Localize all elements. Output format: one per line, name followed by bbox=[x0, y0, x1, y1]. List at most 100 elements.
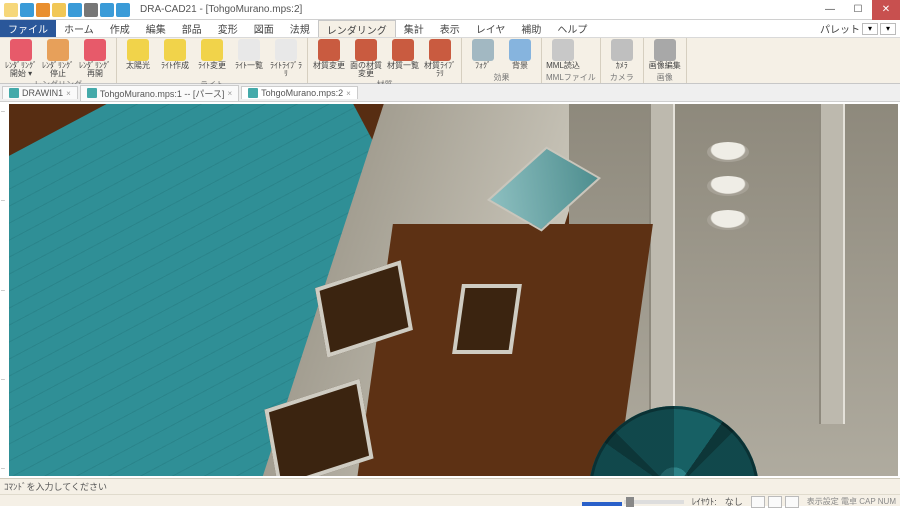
light-list-button[interactable]: ﾗｲﾄ一覧 bbox=[232, 39, 266, 70]
ribbon-button-label: 太陽光 bbox=[126, 62, 150, 70]
close-icon[interactable]: × bbox=[227, 89, 232, 98]
menu-tab[interactable]: レンダリング bbox=[318, 20, 396, 37]
material-edit-button[interactable]: 材質変更 bbox=[312, 39, 346, 70]
quick-access-toolbar bbox=[0, 3, 134, 17]
light-create-button[interactable]: ﾗｲﾄ作成 bbox=[158, 39, 192, 70]
chevron-down-icon[interactable]: ▾ bbox=[880, 23, 896, 35]
palette-selector[interactable]: パレット ▾ ▾ bbox=[820, 20, 900, 37]
mml-import-button[interactable]: MML読込 bbox=[546, 39, 580, 70]
ribbon-group: ﾚﾝﾀﾞﾘﾝｸﾞ開始 ▾ﾚﾝﾀﾞﾘﾝｸﾞ停止ﾚﾝﾀﾞﾘﾝｸﾞ再開レンダリング bbox=[0, 38, 117, 83]
menu-tab[interactable]: 表示 bbox=[432, 20, 468, 37]
document-tab-label: TohgoMurano.mps:1 -- [パース] bbox=[100, 87, 225, 100]
fog-button[interactable]: ﾌｫｸﾞ bbox=[466, 39, 500, 70]
camera-icon bbox=[611, 39, 633, 61]
ribbon-button-label: ﾌｫｸﾞ bbox=[475, 62, 491, 70]
close-button[interactable]: ✕ bbox=[872, 0, 900, 20]
chevron-down-icon[interactable]: ▾ bbox=[862, 23, 878, 35]
close-icon[interactable]: × bbox=[346, 89, 351, 98]
render-scene[interactable] bbox=[9, 104, 898, 476]
rendering-resume-button[interactable]: ﾚﾝﾀﾞﾘﾝｸﾞ再開 bbox=[78, 39, 112, 79]
scene-column bbox=[649, 104, 675, 424]
scene-ornament bbox=[707, 176, 749, 196]
scene-opening bbox=[452, 284, 522, 354]
minimize-button[interactable]: — bbox=[816, 0, 844, 20]
ribbon-group-label: MMLファイル bbox=[546, 72, 596, 83]
material-library-button[interactable]: 材質ﾗｲﾌﾞﾗﾘ bbox=[423, 39, 457, 79]
menu-tab[interactable]: 作成 bbox=[102, 20, 138, 37]
ruler-left: ––––– bbox=[1, 102, 8, 478]
title-bar: DRA-CAD21 - [TohgoMurano.mps:2] — ☐ ✕ bbox=[0, 0, 900, 20]
menu-tab[interactable]: 部品 bbox=[174, 20, 210, 37]
document-icon bbox=[9, 88, 19, 98]
document-tab[interactable]: DRAWIN1× bbox=[2, 86, 78, 99]
document-icon bbox=[87, 88, 97, 98]
redo-icon[interactable] bbox=[116, 3, 130, 17]
rendering-start-button[interactable]: ﾚﾝﾀﾞﾘﾝｸﾞ開始 ▾ bbox=[4, 39, 38, 79]
menu-tab[interactable]: ヘルプ bbox=[549, 20, 595, 37]
zoom-slider[interactable] bbox=[622, 500, 684, 504]
menu-tab[interactable]: 編集 bbox=[138, 20, 174, 37]
viewport[interactable]: ––––– bbox=[0, 102, 900, 478]
sunlight-icon bbox=[127, 39, 149, 61]
command-line[interactable]: ｺﾏﾝﾄﾞを入力してください bbox=[0, 479, 900, 495]
document-tab-label: TohgoMurano.mps:2 bbox=[261, 88, 343, 98]
menu-file[interactable]: ファイル bbox=[0, 20, 56, 37]
menu-tab[interactable]: 補助 bbox=[513, 20, 549, 37]
light-library-button[interactable]: ﾗｲﾄﾗｲﾌﾞﾗﾘ bbox=[269, 39, 303, 79]
mode-2d-icon[interactable] bbox=[20, 3, 34, 17]
image-edit-button[interactable]: 画像編集 bbox=[648, 39, 682, 70]
document-icon bbox=[248, 88, 258, 98]
material-list-button[interactable]: 材質一覧 bbox=[386, 39, 420, 70]
maximize-button[interactable]: ☐ bbox=[844, 0, 872, 20]
document-tab-label: DRAWIN1 bbox=[22, 88, 63, 98]
sunlight-button[interactable]: 太陽光 bbox=[121, 39, 155, 70]
document-tab-strip: DRAWIN1×TohgoMurano.mps:1 -- [パース]×Tohgo… bbox=[0, 84, 900, 102]
material-edit-icon bbox=[318, 39, 340, 61]
document-tab[interactable]: TohgoMurano.mps:1 -- [パース]× bbox=[80, 85, 239, 101]
background-button[interactable]: 背景 bbox=[503, 39, 537, 70]
mode-3d-icon[interactable] bbox=[36, 3, 50, 17]
undo-icon[interactable] bbox=[100, 3, 114, 17]
light-create-icon bbox=[164, 39, 186, 61]
light-list-icon bbox=[238, 39, 260, 61]
ribbon-button-label: ﾚﾝﾀﾞﾘﾝｸﾞ再開 bbox=[79, 62, 111, 79]
new-icon[interactable] bbox=[4, 3, 18, 17]
scene-column bbox=[819, 104, 845, 424]
scene-ornament bbox=[707, 210, 749, 230]
ribbon-button-label: ﾗｲﾄﾗｲﾌﾞﾗﾘ bbox=[269, 62, 303, 79]
light-edit-button[interactable]: ﾗｲﾄ変更 bbox=[195, 39, 229, 70]
layout-value[interactable]: なし bbox=[725, 495, 743, 508]
window-controls: — ☐ ✕ bbox=[816, 0, 900, 20]
camera-button[interactable]: ｶﾒﾗ bbox=[605, 39, 639, 70]
rendering-stop-button[interactable]: ﾚﾝﾀﾞﾘﾝｸﾞ停止 bbox=[41, 39, 75, 79]
ribbon-group: 太陽光ﾗｲﾄ作成ﾗｲﾄ変更ﾗｲﾄ一覧ﾗｲﾄﾗｲﾌﾞﾗﾘライト bbox=[117, 38, 308, 83]
menu-tab[interactable]: 法規 bbox=[282, 20, 318, 37]
status-indicators: 表示設定 電卓 CAP NUM bbox=[807, 496, 896, 507]
menu-tab[interactable]: 変形 bbox=[210, 20, 246, 37]
palette-label: パレット bbox=[820, 21, 860, 36]
material-library-icon bbox=[429, 39, 451, 61]
ribbon-group-label: 画像 bbox=[648, 72, 682, 83]
face-material-button[interactable]: 面の材質変更 bbox=[349, 39, 383, 79]
face-material-icon bbox=[355, 39, 377, 61]
ribbon-button-label: ﾗｲﾄ変更 bbox=[198, 62, 226, 70]
menu-tab[interactable]: 集計 bbox=[396, 20, 432, 37]
status-bar: ｺﾏﾝﾄﾞを入力してください ﾚｲﾔｳﾄ: なし 表示設定 電卓 CAP NUM bbox=[0, 478, 900, 506]
ribbon-button-label: ｶﾒﾗ bbox=[616, 62, 628, 70]
save-icon[interactable] bbox=[68, 3, 82, 17]
light-edit-icon bbox=[201, 39, 223, 61]
close-icon[interactable]: × bbox=[66, 89, 71, 98]
ribbon-button-label: 面の材質変更 bbox=[349, 62, 383, 79]
mml-import-icon bbox=[552, 39, 574, 61]
print-icon[interactable] bbox=[84, 3, 98, 17]
ribbon-button-label: 材質ﾗｲﾌﾞﾗﾘ bbox=[423, 62, 457, 79]
menu-tab[interactable]: 図面 bbox=[246, 20, 282, 37]
ribbon-button-label: 背景 bbox=[512, 62, 528, 70]
document-tab[interactable]: TohgoMurano.mps:2× bbox=[241, 86, 358, 99]
ribbon-group-label: 効果 bbox=[466, 72, 537, 83]
ribbon-group: ｶﾒﾗカメラ bbox=[601, 38, 644, 83]
menu-tab[interactable]: レイヤ bbox=[468, 20, 514, 37]
open-icon[interactable] bbox=[52, 3, 66, 17]
ribbon: ﾚﾝﾀﾞﾘﾝｸﾞ開始 ▾ﾚﾝﾀﾞﾘﾝｸﾞ停止ﾚﾝﾀﾞﾘﾝｸﾞ再開レンダリング太陽… bbox=[0, 38, 900, 84]
menu-tab[interactable]: ホーム bbox=[56, 20, 102, 37]
